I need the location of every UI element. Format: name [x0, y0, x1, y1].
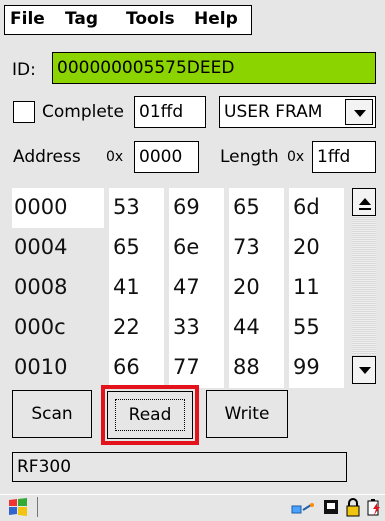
chevron-down-icon [354, 110, 366, 117]
table-cell[interactable]: 73 [229, 228, 284, 268]
memory-table: 0000 53 69 65 6d 0004 65 6e 73 20 0008 4… [12, 188, 352, 388]
battery-charging-icon[interactable] [365, 497, 383, 517]
table-cell[interactable]: 20 [229, 268, 284, 308]
scroll-up-button[interactable] [352, 188, 376, 216]
scroll-down-button[interactable] [352, 356, 376, 384]
complete-label: Complete [42, 102, 124, 122]
table-cell[interactable]: 44 [229, 308, 284, 348]
table-cell[interactable]: 65 [109, 228, 164, 268]
menu-tag[interactable]: Tag [65, 5, 98, 33]
menu-file[interactable]: File [10, 5, 45, 33]
scrollbar-track[interactable] [352, 188, 376, 384]
status-field: RF300 [12, 452, 347, 482]
memory-select[interactable]: USER FRAM [219, 96, 376, 128]
length-prefix: 0x [287, 149, 305, 165]
table-cell[interactable]: 20 [289, 228, 344, 268]
start-icon[interactable] [8, 498, 28, 516]
taskbar-divider [37, 497, 38, 517]
address-prefix: 0x [106, 149, 124, 165]
length-field[interactable]: 1ffd [312, 141, 376, 173]
table-row-address[interactable]: 0000 [12, 188, 104, 228]
length-label: Length [220, 147, 279, 167]
table-cell[interactable]: 69 [169, 188, 224, 228]
read-button-highlight: Read [101, 385, 199, 445]
table-row-address[interactable]: 0010 [12, 348, 104, 388]
complete-field[interactable]: 01ffd [134, 96, 206, 128]
write-button[interactable]: Write [206, 390, 288, 438]
table-cell[interactable]: 33 [169, 308, 224, 348]
table-cell[interactable]: 66 [109, 348, 164, 388]
taskbar [0, 494, 385, 518]
table-cell[interactable]: 11 [289, 268, 344, 308]
table-cell[interactable]: 6e [169, 228, 224, 268]
table-cell[interactable]: 77 [169, 348, 224, 388]
triangle-up-icon [359, 198, 371, 210]
table-cell[interactable]: 65 [229, 188, 284, 228]
address-label: Address [13, 147, 81, 167]
table-cell[interactable]: 41 [109, 268, 164, 308]
table-cell[interactable]: 88 [229, 348, 284, 388]
id-label: ID: [12, 60, 36, 80]
table-cell[interactable]: 99 [289, 348, 344, 388]
complete-checkbox[interactable] [13, 101, 35, 123]
memory-select-dropdown-button[interactable] [345, 99, 373, 125]
table-cell[interactable]: 47 [169, 268, 224, 308]
table-cell[interactable]: 53 [109, 188, 164, 228]
id-field[interactable]: 000000005575DEED [52, 52, 376, 84]
table-scrollbar[interactable] [352, 188, 376, 384]
network-icon[interactable] [291, 498, 315, 516]
table-cell[interactable]: 55 [289, 308, 344, 348]
menu-help[interactable]: Help [194, 5, 238, 33]
table-cell[interactable]: 6d [289, 188, 344, 228]
device-icon[interactable] [322, 498, 340, 516]
address-field[interactable]: 0000 [134, 141, 199, 173]
scan-button[interactable]: Scan [12, 390, 92, 438]
table-cell[interactable]: 22 [109, 308, 164, 348]
menu-tools[interactable]: Tools [126, 5, 175, 33]
table-row-address[interactable]: 0004 [12, 228, 104, 268]
memory-select-value: USER FRAM [224, 102, 323, 122]
triangle-down-icon [359, 367, 371, 374]
table-row-address[interactable]: 000c [12, 308, 104, 348]
table-row-address[interactable]: 0008 [12, 268, 104, 308]
lock-icon[interactable] [344, 497, 362, 517]
menu-bar: File Tag Tools Help [0, 0, 385, 38]
read-focus-outline [115, 399, 185, 431]
